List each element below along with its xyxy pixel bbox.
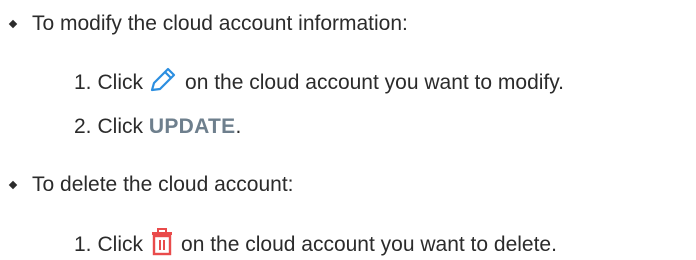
step-item: 1. Click on the cloud account you want t… xyxy=(74,228,557,260)
bullet-item-delete: To delete the cloud account: xyxy=(8,173,294,196)
step-text-before: Click xyxy=(97,115,144,138)
bullet-text: To delete the cloud account: xyxy=(32,173,294,196)
update-keyword: UPDATE xyxy=(148,115,236,138)
step-text-before: Click xyxy=(97,70,144,94)
bullet-icon xyxy=(8,19,18,28)
step-text-after: . xyxy=(235,115,242,138)
bullet-icon xyxy=(8,180,18,189)
edit-pencil-icon xyxy=(149,67,179,97)
step-item: 1. Click on the cloud account you want t… xyxy=(74,67,564,97)
step-item: 2. Click UPDATE . xyxy=(74,116,241,137)
bullet-text: To modify the cloud account information: xyxy=(32,12,408,35)
step-number: 1. xyxy=(74,70,92,94)
step-number: 1. xyxy=(74,232,92,256)
trash-icon xyxy=(149,228,175,260)
step-text-before: Click xyxy=(97,232,144,256)
step-text-after: on the cloud account you want to delete. xyxy=(181,232,557,256)
step-number: 2. xyxy=(74,115,92,138)
step-text-after: on the cloud account you want to modify. xyxy=(185,70,565,94)
bullet-item-modify: To modify the cloud account information: xyxy=(8,12,408,35)
